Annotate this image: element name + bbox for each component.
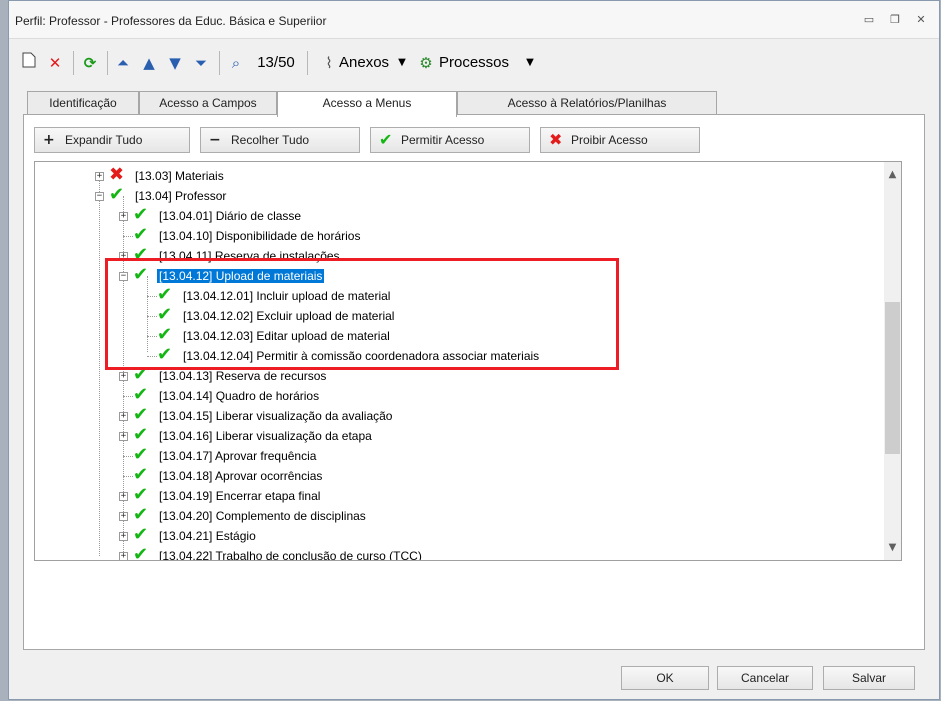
plus-icon: + <box>43 132 55 148</box>
title-bar: Perfil: Professor - Professores da Educ.… <box>9 1 939 39</box>
restore-icon[interactable]: ❐ <box>885 11 905 29</box>
tab-acesso-relatorios[interactable]: Acesso à Relatórios/Planilhas <box>457 91 717 115</box>
toolbar-separator <box>219 51 220 75</box>
tab-acesso-campos[interactable]: Acesso a Campos <box>139 91 277 115</box>
processos-button[interactable]: Processos <box>439 52 523 74</box>
chevron-down-icon[interactable]: ▼ <box>395 52 409 74</box>
expand-toggle[interactable]: + <box>119 512 128 521</box>
allow-access-button[interactable]: ✔ Permitir Acesso <box>370 127 530 153</box>
vertical-scrollbar[interactable]: ▲ ▼ <box>884 162 901 560</box>
scroll-up-icon[interactable]: ▲ <box>884 166 901 183</box>
previous-icon[interactable]: ▲ <box>139 52 159 74</box>
tree-item[interactable]: ✔ [13.04.20] Complemento de disciplinas <box>133 506 368 526</box>
expand-toggle[interactable]: + <box>119 212 128 221</box>
tree-guide <box>99 176 100 556</box>
last-icon[interactable]: ⏷ <box>191 52 211 74</box>
minus-icon: − <box>209 132 221 148</box>
new-icon[interactable] <box>19 52 39 74</box>
check-icon: ✔ <box>133 204 149 225</box>
check-icon: ✔ <box>379 130 393 149</box>
anexos-button[interactable]: Anexos <box>339 52 395 74</box>
refresh-icon[interactable]: ⟳ <box>79 52 101 74</box>
collapse-toggle[interactable]: − <box>95 192 104 201</box>
check-icon: ✔ <box>133 424 149 445</box>
toolbar-separator <box>307 51 308 75</box>
tree-item[interactable]: ✔ [13.04.18] Aprovar ocorrências <box>133 466 324 486</box>
tree-guide <box>123 396 133 397</box>
close-icon[interactable]: ✕ <box>911 11 931 29</box>
check-icon: ✔ <box>133 504 149 525</box>
deny-access-button[interactable]: ✖ Proibir Acesso <box>540 127 700 153</box>
expand-toggle[interactable]: + <box>119 492 128 501</box>
check-icon: ✔ <box>133 524 149 545</box>
collapse-all-button[interactable]: − Recolher Tudo <box>200 127 360 153</box>
deny-access-label: Proibir Acesso <box>571 133 648 147</box>
check-icon: ✔ <box>133 464 149 485</box>
toolbar-separator <box>73 51 74 75</box>
first-icon[interactable]: ⏶ <box>113 52 133 74</box>
tree-item[interactable]: ✔ [13.04.14] Quadro de horários <box>133 386 321 406</box>
check-icon: ✔ <box>133 544 149 561</box>
cancel-button[interactable]: Cancelar <box>717 666 813 690</box>
tree-item[interactable]: ✔ [13.04.17] Aprovar frequência <box>133 446 318 466</box>
toolbar: ✕ ⟳ ⏶ ▲ ▼ ⏷ ⌕ 13/50 ⌇ Anexos ▼ ⚙ Process… <box>9 43 939 81</box>
allow-access-label: Permitir Acesso <box>401 133 485 147</box>
tree-guide <box>123 456 133 457</box>
toolbar-separator <box>107 51 108 75</box>
tree-item[interactable]: ✔ [13.04.22] Trabalho de conclusão de cur… <box>133 546 424 561</box>
expand-toggle[interactable]: + <box>119 532 128 541</box>
highlight-box <box>105 258 619 370</box>
tree-item[interactable]: ✔ [13.04.15] Liberar visualização da aval… <box>133 406 394 426</box>
delete-icon[interactable]: ✕ <box>45 52 65 74</box>
check-icon: ✔ <box>133 224 149 245</box>
tree-item[interactable]: ✔ [13.04.10] Disponibilidade de horários <box>133 226 362 246</box>
denied-icon: ✖ <box>109 164 125 185</box>
check-icon: ✔ <box>133 484 149 505</box>
next-icon[interactable]: ▼ <box>165 52 185 74</box>
profile-window: Perfil: Professor - Professores da Educ.… <box>8 0 940 700</box>
collapse-all-label: Recolher Tudo <box>231 133 310 147</box>
ok-button[interactable]: OK <box>621 666 709 690</box>
minimize-icon[interactable]: ▭ <box>859 11 879 29</box>
check-icon: ✔ <box>133 384 149 405</box>
scroll-down-icon[interactable]: ▼ <box>884 539 901 556</box>
x-icon: ✖ <box>549 130 563 149</box>
window-title: Perfil: Professor - Professores da Educ.… <box>15 14 327 28</box>
menu-tree: + ✖ [13.03] Materiais − ✔ [13.04] Professo… <box>34 161 902 561</box>
record-counter: 13/50 <box>257 54 295 71</box>
tree-guide <box>123 476 133 477</box>
expand-all-button[interactable]: + Expandir Tudo <box>34 127 190 153</box>
expand-toggle[interactable]: + <box>119 412 128 421</box>
check-icon: ✔ <box>133 444 149 465</box>
menus-panel: + Expandir Tudo − Recolher Tudo ✔ Permit… <box>23 114 925 650</box>
tab-acesso-menus[interactable]: Acesso a Menus <box>277 91 457 117</box>
check-icon: ✔ <box>133 404 149 425</box>
tab-identificacao[interactable]: Identificação <box>27 91 139 115</box>
tree-item[interactable]: ✔ [13.04.16] Liberar visualização da etap… <box>133 426 374 446</box>
tree-item[interactable]: ✔ [13.04.01] Diário de classe <box>133 206 303 226</box>
expand-toggle[interactable]: + <box>95 172 104 181</box>
tree-guide <box>123 236 133 237</box>
expand-toggle[interactable]: + <box>119 372 128 381</box>
tree-item[interactable]: ✖ [13.03] Materiais <box>109 166 226 186</box>
process-icon[interactable]: ⚙ <box>415 52 437 74</box>
find-icon[interactable]: ⌕ <box>225 52 247 74</box>
expand-toggle[interactable]: + <box>119 552 128 560</box>
scroll-thumb[interactable] <box>885 302 900 454</box>
tree-item[interactable]: ✔ [13.04.21] Estágio <box>133 526 258 546</box>
save-button[interactable]: Salvar <box>823 666 915 690</box>
chevron-down-icon[interactable]: ▼ <box>523 52 537 74</box>
check-icon: ✔ <box>109 184 125 205</box>
tree-item[interactable]: ✔ [13.04] Professor <box>109 186 228 206</box>
expand-toggle[interactable]: + <box>119 432 128 441</box>
expand-all-label: Expandir Tudo <box>65 133 143 147</box>
attach-icon[interactable]: ⌇ <box>319 52 339 74</box>
tree-item[interactable]: ✔ [13.04.19] Encerrar etapa final <box>133 486 322 506</box>
